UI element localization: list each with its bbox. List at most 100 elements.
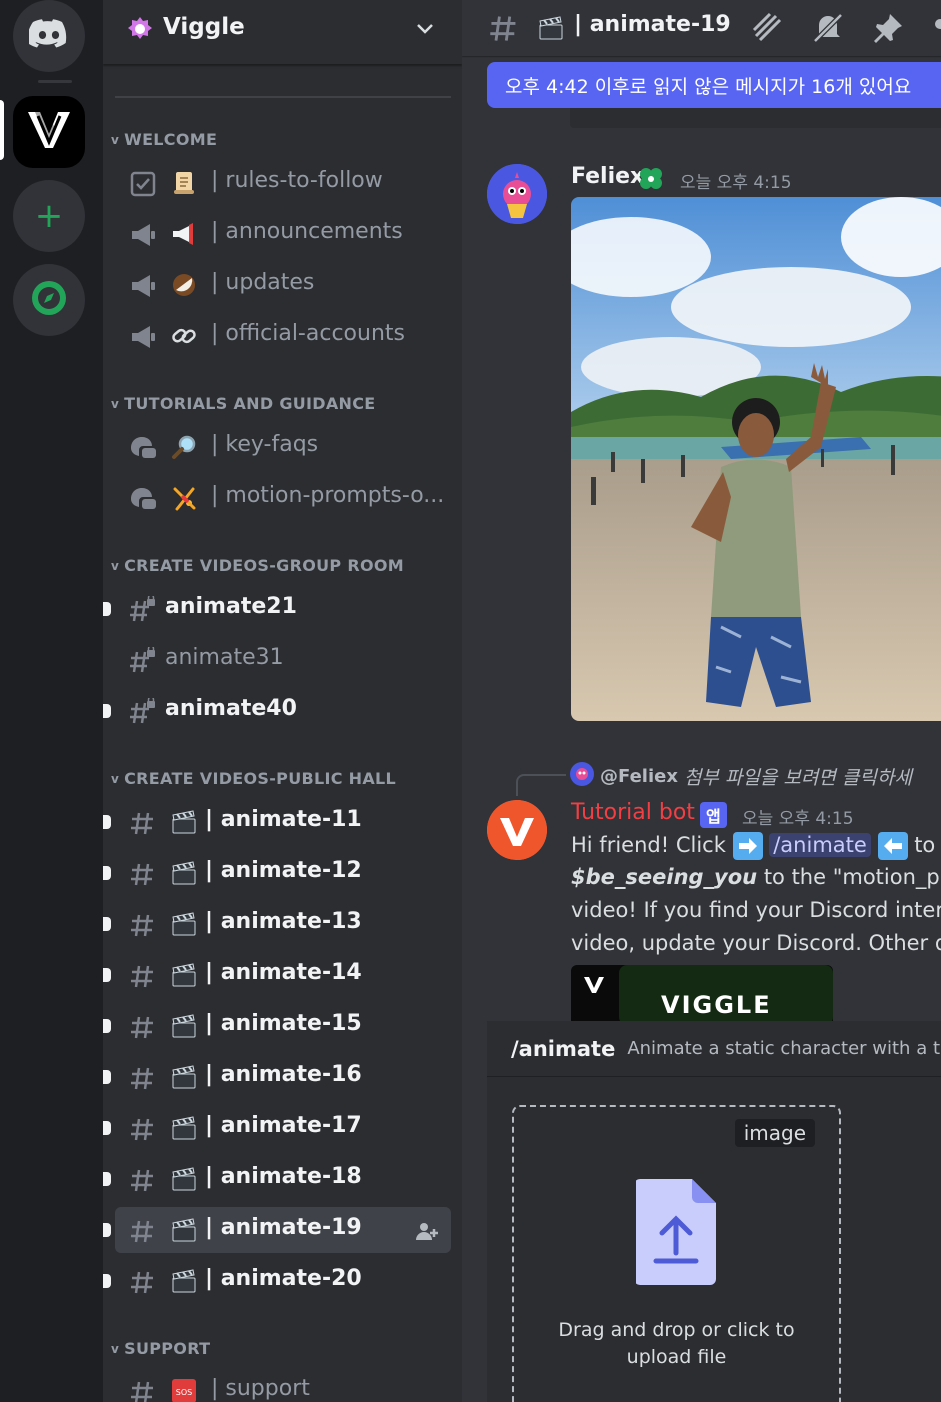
hash-icon xyxy=(129,1166,157,1194)
unread-indicator xyxy=(103,1172,111,1186)
message-line: $be_seeing_you to the "motion_pro xyxy=(571,865,941,889)
channel-animate-13[interactable]: | animate-13 xyxy=(103,901,451,947)
category-label: CREATE VIDEOS-GROUP ROOM xyxy=(124,556,404,575)
unread-indicator xyxy=(103,1121,111,1135)
attached-photo[interactable] xyxy=(571,197,941,721)
category-welcome[interactable]: v WELCOME xyxy=(111,130,217,149)
megaphone-emoji-icon xyxy=(171,221,197,247)
slash-command-mention[interactable]: /animate xyxy=(769,833,871,857)
unread-indicator xyxy=(103,602,111,616)
hash-icon xyxy=(129,1378,157,1402)
reply-author[interactable]: @Feliex xyxy=(600,766,678,787)
avatar[interactable] xyxy=(487,164,547,224)
message-author[interactable]: Feliex xyxy=(571,164,644,189)
message-timestamp: 오늘 오후 4:15 xyxy=(680,173,792,193)
left-arrow-emoji-icon xyxy=(877,832,908,860)
pin-icon[interactable] xyxy=(870,10,906,50)
scroll-emoji-icon xyxy=(171,170,197,196)
chevron-down-icon[interactable] xyxy=(415,18,435,42)
unread-indicator xyxy=(103,968,111,982)
category-label: TUTORIALS AND GUIDANCE xyxy=(124,394,376,413)
chevron-down-icon: v xyxy=(111,558,120,573)
reply-reference[interactable]: @Feliex 첨부 파일을 보려면 클릭하세 xyxy=(570,762,912,790)
channel-label: | animate-18 xyxy=(205,1164,362,1189)
channel-header: | animate-19 xyxy=(462,0,941,56)
hash-icon xyxy=(129,860,157,888)
clover-badge-icon xyxy=(637,165,665,197)
magnifier-emoji-icon xyxy=(171,434,197,460)
option-chip[interactable]: image xyxy=(734,1119,815,1147)
announcement-channel-icon xyxy=(129,221,157,249)
video-embed-thumbnail[interactable]: VIGGLE xyxy=(571,965,833,1025)
channel-official-accounts[interactable]: | official-accounts xyxy=(115,313,451,359)
channel-label: | animate-20 xyxy=(205,1266,362,1291)
message-author[interactable]: Tutorial bot xyxy=(571,800,695,825)
threads-icon[interactable] xyxy=(750,10,786,50)
channel-animate-19[interactable]: | animate-19 xyxy=(103,1207,451,1253)
viggle-logo-icon xyxy=(583,975,605,999)
channel-animate31[interactable]: animate31 xyxy=(115,637,451,683)
channel-support[interactable]: SOS | support xyxy=(115,1368,451,1402)
hash-icon xyxy=(129,1217,157,1245)
channel-key-faqs[interactable]: | key-faqs xyxy=(115,424,451,470)
channel-announcements[interactable]: | announcements xyxy=(115,211,451,257)
channel-animate-14[interactable]: | animate-14 xyxy=(103,952,451,998)
category-tutorials[interactable]: v TUTORIALS AND GUIDANCE xyxy=(111,394,376,413)
channel-animate-17[interactable]: | animate-17 xyxy=(103,1105,451,1151)
hash-icon xyxy=(129,809,157,837)
server-header[interactable]: Viggle xyxy=(103,0,462,64)
channel-animate-15[interactable]: | animate-15 xyxy=(103,1003,451,1049)
app-badge: 앱 xyxy=(700,802,727,828)
forum-channel-icon xyxy=(129,434,157,462)
channel-animate-11[interactable]: | animate-11 xyxy=(103,799,451,845)
channel-animate40[interactable]: animate40 xyxy=(103,688,451,734)
mute-notifications-icon[interactable] xyxy=(810,10,846,50)
channel-label: | announcements xyxy=(211,219,403,244)
channel-updates[interactable]: | updates xyxy=(115,262,451,308)
channel-label: | rules-to-follow xyxy=(211,168,383,193)
reply-text: 첨부 파일을 보려면 클릭하세 xyxy=(683,766,912,789)
new-messages-banner[interactable]: 오후 4:42 이후로 읽지 않은 메시지가 16개 있어요 xyxy=(487,62,941,108)
category-group-room[interactable]: v CREATE VIDEOS-GROUP ROOM xyxy=(111,556,404,575)
channel-rules-to-follow[interactable]: | rules-to-follow xyxy=(115,160,451,206)
message-timestamp: 오늘 오후 4:15 xyxy=(742,809,854,829)
clapper-emoji-icon xyxy=(171,1064,197,1090)
channel-animate-16[interactable]: | animate-16 xyxy=(103,1054,451,1100)
announcement-channel-icon xyxy=(129,272,157,300)
bot-avatar[interactable] xyxy=(487,800,547,860)
reply-avatar-icon xyxy=(570,762,594,790)
viggle-logo-icon xyxy=(487,800,547,860)
channel-label: | animate-16 xyxy=(205,1062,362,1087)
message-text: Hi friend! Click xyxy=(571,833,726,857)
hash-icon xyxy=(129,1115,157,1143)
channel-animate-20[interactable]: | animate-20 xyxy=(103,1258,451,1304)
category-support[interactable]: v SUPPORT xyxy=(111,1339,210,1358)
add-member-icon[interactable] xyxy=(415,1219,439,1247)
channel-label: animate31 xyxy=(165,645,284,670)
channel-label: | support xyxy=(211,1376,310,1401)
channel-label: animate21 xyxy=(165,594,297,619)
file-dropzone[interactable]: image Drag and drop or click to upload f… xyxy=(512,1105,841,1402)
hash-icon xyxy=(129,1064,157,1092)
guild-separator xyxy=(38,80,72,83)
channel-animate-18[interactable]: | animate-18 xyxy=(103,1156,451,1202)
add-server-button[interactable]: + xyxy=(13,180,85,252)
channel-motion-prompts[interactable]: | motion-prompts-o... xyxy=(115,475,451,521)
members-icon[interactable] xyxy=(930,14,941,46)
channel-animate21[interactable]: animate21 xyxy=(103,586,451,632)
direct-messages-button[interactable] xyxy=(13,0,85,72)
clapper-emoji-icon xyxy=(171,1217,197,1243)
category-public-hall[interactable]: v CREATE VIDEOS-PUBLIC HALL xyxy=(111,769,396,788)
hash-icon xyxy=(129,1268,157,1296)
explore-servers-button[interactable] xyxy=(13,264,85,336)
category-label: CREATE VIDEOS-PUBLIC HALL xyxy=(124,769,397,788)
reply-connector xyxy=(516,774,566,796)
message-line: video, update your Discord. Other qu xyxy=(571,931,941,955)
rules-channel-icon xyxy=(129,170,157,198)
channel-label: | animate-14 xyxy=(205,960,362,985)
channel-animate-12[interactable]: | animate-12 xyxy=(103,850,451,896)
slash-command-composer: /animate Animate a static character with… xyxy=(487,1021,941,1402)
coconut-emoji-icon xyxy=(171,272,197,298)
server-icon-viggle[interactable] xyxy=(13,96,85,168)
unread-indicator xyxy=(103,917,111,931)
